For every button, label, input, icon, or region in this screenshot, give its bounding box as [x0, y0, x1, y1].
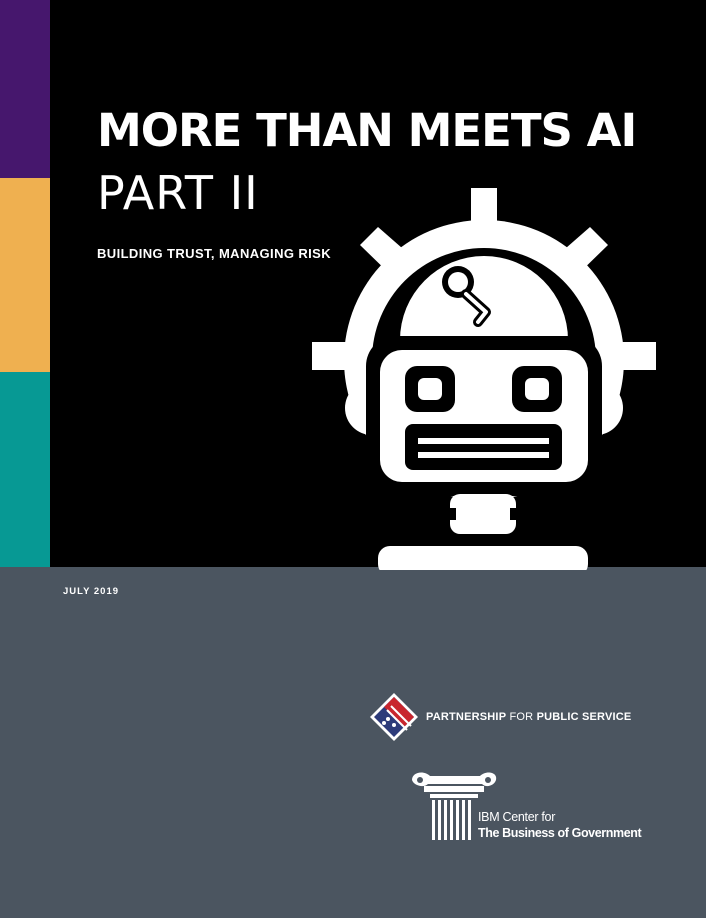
purple-stripe [0, 0, 50, 178]
teal-stripe [0, 372, 50, 567]
ibm-center-line2: The Business of Government [478, 826, 642, 840]
publication-date: JULY 2019 [63, 586, 120, 597]
cover-part: PART II [97, 166, 259, 220]
ibm-center-line1: IBM Center for [478, 810, 556, 824]
partnership-logo: PARTNERSHIP FOR PUBLIC SERVICE [370, 693, 631, 741]
cover-title: MORE THAN MEETS AI [97, 104, 637, 157]
ibm-center-logo: IBM Center for The Business of Governmen… [410, 770, 642, 845]
flag-diamond-icon [370, 693, 418, 741]
orange-stripe [0, 178, 50, 372]
partnership-name: PARTNERSHIP FOR PUBLIC SERVICE [426, 711, 632, 723]
cover-subtitle: BUILDING TRUST, MANAGING RISK [97, 246, 332, 261]
robot-gear-icon [312, 188, 656, 570]
